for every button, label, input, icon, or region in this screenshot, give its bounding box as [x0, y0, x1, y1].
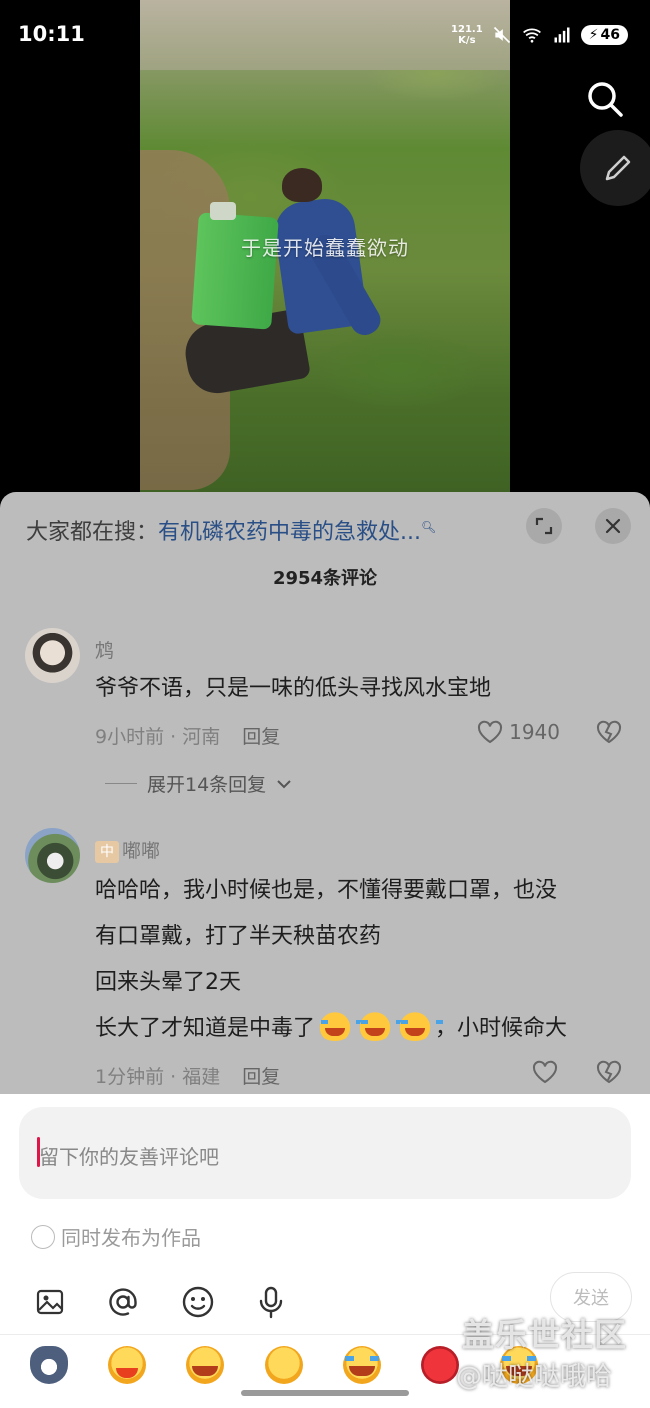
- level-badge: 中: [95, 841, 119, 863]
- home-indicator[interactable]: [241, 1390, 409, 1396]
- broken-heart-icon: [596, 1060, 622, 1084]
- video-subtitle: 于是开始蠢蠢欲动: [241, 236, 409, 260]
- blowing-kiss-emoji-icon[interactable]: [108, 1346, 146, 1384]
- video-player[interactable]: 于是开始蠢蠢欲动: [140, 0, 510, 492]
- expand-icon: [535, 517, 553, 535]
- crying-laughing-emoji-icon: [316, 1011, 364, 1041]
- hot-search-bar[interactable]: 大家都在搜：有机磷农药中毒的急救处...🔍︎: [26, 514, 436, 546]
- search-button[interactable]: [580, 74, 630, 124]
- battery-level: 46: [600, 27, 620, 43]
- hot-search-query[interactable]: 有机磷农药中毒的急救处...: [158, 520, 421, 545]
- comment-text-segment: 长大了才知道是中毒了: [95, 1016, 316, 1041]
- status-time: 10:11: [18, 22, 85, 46]
- heart-icon: [532, 1060, 558, 1084]
- reply-button[interactable]: 回复: [242, 1066, 280, 1088]
- image-button[interactable]: [32, 1284, 68, 1320]
- divider-line: [105, 783, 137, 784]
- radio-button[interactable]: [31, 1224, 55, 1249]
- comment-item: 鸩 爷爷不语，只是一味的低头寻找风水宝地 9小时前 · 河南 回复 1940 展开…: [0, 622, 650, 812]
- status-icons: 121.1 K/s ⚡ 46: [451, 24, 628, 46]
- comment-input[interactable]: 留下你的友善评论吧: [19, 1107, 631, 1199]
- comment-meta: 1分钟前 · 福建 回复: [95, 1062, 280, 1089]
- close-sheet-button[interactable]: [595, 508, 631, 544]
- comment-text-segment: ，小时候命大: [435, 1016, 568, 1041]
- image-icon: [36, 1289, 64, 1315]
- also-post-toggle[interactable]: 同时发布为作品: [31, 1222, 201, 1251]
- chevron-down-icon: [277, 779, 291, 788]
- hot-search-prefix: 大家都在搜：: [26, 520, 159, 545]
- at-icon: [109, 1288, 137, 1316]
- comment-count: 2954条评论: [272, 568, 378, 589]
- comment-time-location: 1分钟前 · 福建: [95, 1066, 221, 1088]
- like-count: 1940: [509, 720, 560, 744]
- small-search-icon: 🔍︎: [421, 520, 437, 534]
- avatar[interactable]: [25, 828, 80, 883]
- dislike-button[interactable]: [596, 1060, 622, 1088]
- comment-meta: 9小时前 · 河南 回复: [95, 722, 280, 749]
- network-speed-value: 121.1: [451, 24, 483, 35]
- comment-text-line: 长大了才知道是中毒了 ，小时候命大: [95, 1006, 630, 1052]
- dislike-button[interactable]: [596, 720, 622, 748]
- watermark-author: @哒哒哒哦哈: [456, 1362, 613, 1392]
- heart-icon: [478, 720, 503, 744]
- smirk-emoji-icon[interactable]: [265, 1346, 303, 1384]
- edit-button[interactable]: [580, 130, 650, 206]
- charging-bolt-icon: ⚡: [588, 27, 599, 43]
- close-icon: [605, 518, 621, 534]
- pencil-icon: [605, 155, 631, 181]
- signal-icon: [554, 27, 570, 43]
- comment-username[interactable]: 鸩: [95, 636, 114, 663]
- expand-replies-button[interactable]: 展开14条回复: [105, 770, 292, 797]
- comment-text[interactable]: 爷爷不语，只是一味的低头寻找风水宝地: [95, 666, 630, 712]
- like-button[interactable]: [532, 1060, 558, 1084]
- avatar[interactable]: [25, 628, 80, 683]
- emoji-button[interactable]: [180, 1284, 216, 1320]
- husky-emoji-icon[interactable]: [30, 1346, 68, 1384]
- network-speed-unit: K/s: [458, 35, 476, 46]
- like-button[interactable]: 1940: [477, 720, 560, 744]
- comment-input-placeholder: 留下你的友善评论吧: [39, 1145, 219, 1169]
- comment-text[interactable]: 哈哈哈，我小时候也是，不懂得要戴口罩，也没 有口罩戴，打了半天秧苗农药 回来头晕…: [95, 868, 630, 1052]
- comment-username: 嘟嘟: [122, 840, 161, 862]
- comment-text-line: 哈哈哈，我小时候也是，不懂得要戴口罩，也没: [95, 878, 558, 903]
- rolling-laughing-emoji-icon: [396, 1011, 444, 1041]
- comment-text-line: 有口罩戴，打了半天秧苗农药: [95, 924, 382, 949]
- grinning-emoji-icon[interactable]: [186, 1346, 224, 1384]
- crying-laughing-emoji-icon[interactable]: [343, 1346, 381, 1384]
- broken-heart-icon: [596, 720, 622, 744]
- comment-item: 中嘟嘟 哈哈哈，我小时候也是，不懂得要戴口罩，也没 有口罩戴，打了半天秧苗农药 …: [0, 822, 650, 1094]
- comment-time-location: 9小时前 · 河南: [95, 726, 221, 748]
- mention-button[interactable]: [105, 1284, 141, 1320]
- search-icon: [588, 82, 623, 117]
- reply-button[interactable]: 回复: [242, 726, 280, 748]
- wifi-icon: [522, 28, 541, 43]
- watermark-community: 盖乐世社区: [462, 1316, 628, 1354]
- microphone-icon: [259, 1286, 283, 1319]
- comment-sheet: 大家都在搜：有机磷农药中毒的急救处...🔍︎ 2954条评论 鸩 爷爷不语，只是…: [0, 492, 650, 1094]
- comment-username-row[interactable]: 中嘟嘟: [95, 836, 160, 863]
- angry-emoji-icon[interactable]: [421, 1346, 459, 1384]
- smiley-icon: [182, 1286, 214, 1318]
- video-sprayer-cap: [210, 202, 236, 220]
- expand-replies-label: 展开14条回复: [147, 774, 267, 796]
- comment-sheet-header: 大家都在搜：有机磷农药中毒的急救处...🔍︎: [0, 492, 650, 562]
- mute-icon: [493, 26, 510, 44]
- comment-text-line: 回来头晕了2天: [95, 970, 241, 995]
- network-speed: 121.1 K/s: [451, 24, 483, 46]
- crying-laughing-emoji-icon: [356, 1011, 404, 1041]
- expand-sheet-button[interactable]: [526, 508, 562, 544]
- video-person-head: [282, 168, 322, 202]
- also-post-label: 同时发布为作品: [61, 1226, 201, 1250]
- battery-indicator: ⚡ 46: [580, 25, 628, 45]
- voice-button[interactable]: [253, 1284, 289, 1320]
- video-sprayer-tank: [191, 212, 279, 330]
